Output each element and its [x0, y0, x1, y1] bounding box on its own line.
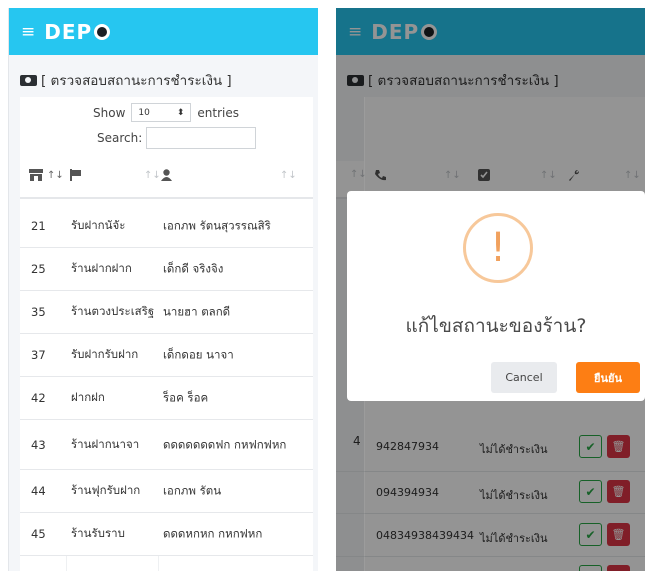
entries-select[interactable]: 10 ⬍ — [131, 103, 192, 122]
search-control: Search: — [97, 127, 257, 149]
table-row[interactable]: 44 ร้านฟุกรับฝาก เอกภพ รัตน — [20, 470, 313, 513]
column-divider — [66, 556, 67, 571]
menu-icon[interactable]: ≡ — [21, 22, 35, 42]
table-header: ↑↓ ↑↓ ↑↓ — [20, 161, 313, 199]
column-divider — [158, 556, 159, 571]
right-screen: ≡ DEP [ ตรวจสอบสถานะการชำระเงิน ] ↑↓ ↑↓ … — [336, 8, 645, 571]
flag-column-header[interactable]: ↑↓ — [70, 169, 161, 181]
money-icon — [20, 74, 37, 86]
left-screen: ≡ DEP [ ตรวจสอบสถานะการชำระเงิน ] Show 1… — [8, 8, 318, 571]
table-row[interactable]: 42 ฝากฝก ร็อค ร็อค — [20, 377, 313, 420]
table-row[interactable]: 21 รับฝากนัจัะ เอกภพ รัตนสุวรรณสิริ — [20, 205, 313, 248]
dialog-title: แก้ไขสถานะของร้าน? — [405, 315, 587, 337]
top-navbar: ≡ DEP — [9, 8, 318, 55]
user-column-header[interactable]: ↑↓ — [161, 169, 297, 181]
table-row[interactable]: 45 ร้านรับราบ ดดดหกหก กหกฟหก — [20, 513, 313, 556]
shop-icon — [29, 169, 43, 181]
table-row[interactable]: 43 ร้านฝากนาจา ดดดดดดดฟก กหฟกฟหก — [20, 420, 313, 470]
confirm-dialog: ! แก้ไขสถานะของร้าน? Cancel ยืนยัน — [347, 191, 645, 401]
table-row[interactable]: 37 รับฝากรับฝาก เด็กดอย นาจา — [20, 334, 313, 377]
flag-icon — [70, 169, 81, 181]
page-title: [ ตรวจสอบสถานะการชำระเงิน ] — [20, 69, 232, 91]
cancel-button[interactable]: Cancel — [491, 362, 557, 393]
logo[interactable]: DEP — [44, 20, 111, 44]
user-icon — [161, 169, 172, 181]
shop-column-header[interactable]: ↑↓ — [29, 169, 64, 181]
table-row[interactable]: 25 ร้านฝากฝาก เด็กดี จริงจิง — [20, 248, 313, 291]
entries-control: Show 10 ⬍ entries — [93, 103, 239, 122]
confirm-button[interactable]: ยืนยัน — [576, 362, 640, 393]
alert-icon: ! — [463, 213, 533, 283]
search-input[interactable] — [146, 127, 257, 149]
table-row[interactable]: 35 ร้านตวงประเสริฐ นายฮา ตลกดี — [20, 291, 313, 334]
